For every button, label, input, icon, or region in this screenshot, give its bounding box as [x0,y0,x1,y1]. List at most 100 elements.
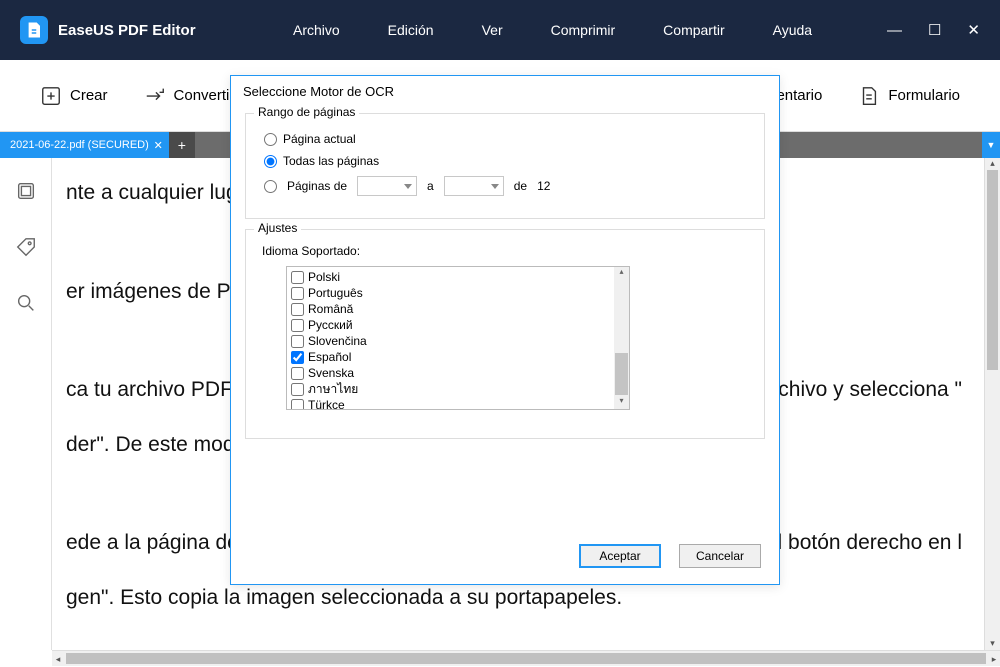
to-label: a [427,179,434,193]
language-checkbox[interactable] [291,319,304,332]
form-label: Formulario [888,87,960,104]
language-checkbox[interactable] [291,351,304,364]
language-name: Slovenčina [308,333,367,349]
language-checkbox[interactable] [291,399,304,411]
title-bar: EaseUS PDF Editor Archivo Edición Ver Co… [0,0,1000,60]
horizontal-scrollbar[interactable]: ◂ ▸ [52,650,1000,666]
text-line: gen". Esto copia la imagen seleccionada … [66,586,622,609]
vertical-scrollbar[interactable]: ▴ ▾ [984,158,1000,650]
page-to-combo[interactable] [444,176,504,196]
language-label: Idioma Soportado: [262,244,748,258]
close-icon[interactable]: ✕ [967,21,980,39]
language-item[interactable]: Polski [291,269,625,285]
app-title: EaseUS PDF Editor [58,22,196,39]
tag-icon[interactable] [15,236,37,258]
lang-scroll-thumb[interactable] [615,353,628,395]
convert-button[interactable]: Convertir [144,85,235,107]
total-pages: 12 [537,179,550,193]
thumbnails-icon[interactable] [15,180,37,202]
menu-share[interactable]: Compartir [663,22,724,38]
document-tab[interactable]: 2021-06-22.pdf (SECURED) ✕ [0,132,169,158]
language-item[interactable]: Svenska [291,365,625,381]
form-button[interactable]: Formulario [858,85,960,107]
scroll-up-icon[interactable]: ▴ [985,158,1000,170]
language-name: Português [308,285,363,301]
menu-view[interactable]: Ver [482,22,503,38]
language-name: Svenska [308,365,354,381]
convert-label: Convertir [174,87,235,104]
language-item[interactable]: Slovenčina [291,333,625,349]
plus-icon [40,85,62,107]
language-item[interactable]: Română [291,301,625,317]
text-line: n el botón derecho en l [748,516,962,571]
radio-all-pages[interactable]: Todas las páginas [264,154,746,168]
settings-legend: Ajustes [254,221,301,235]
scroll-thumb[interactable] [987,170,998,370]
form-icon [858,85,880,107]
of-label: de [514,179,527,193]
menu-bar: Archivo Edición Ver Comprimir Compartir … [233,22,812,38]
language-item[interactable]: Türkçe [291,397,625,410]
language-name: Română [308,301,353,317]
scroll-right-icon[interactable]: ▸ [988,651,1000,666]
menu-help[interactable]: Ayuda [773,22,812,38]
radio-current-input[interactable] [264,133,277,146]
create-label: Crear [70,87,108,104]
dialog-footer: Aceptar Cancelar [231,528,779,584]
menu-file[interactable]: Archivo [293,22,340,38]
convert-icon [144,85,166,107]
language-item[interactable]: Español [291,349,625,365]
language-scrollbar[interactable]: ▴ ▾ [614,267,629,409]
text-line: der". De este modo [66,433,246,456]
language-checkbox[interactable] [291,335,304,348]
create-button[interactable]: Crear [40,85,108,107]
search-icon[interactable] [15,292,37,314]
radio-range-label: Páginas de [287,179,347,193]
lang-scroll-down-icon[interactable]: ▾ [614,396,629,409]
ocr-engine-dialog: Seleccione Motor de OCR Rango de páginas… [230,75,780,585]
language-item[interactable]: Português [291,285,625,301]
maximize-icon[interactable]: ☐ [928,21,941,39]
app-logo: EaseUS PDF Editor [20,16,196,44]
radio-all-input[interactable] [264,155,277,168]
tab-close-icon[interactable]: ✕ [154,139,163,152]
page-from-combo[interactable] [357,176,417,196]
cancel-button[interactable]: Cancelar [679,544,761,568]
menu-edit[interactable]: Edición [388,22,434,38]
settings-group: Ajustes Idioma Soportado: PolskiPortuguê… [245,229,765,439]
scroll-left-icon[interactable]: ◂ [52,651,64,666]
add-tab-button[interactable]: + [169,132,195,158]
app-logo-icon [20,16,48,44]
menu-compress[interactable]: Comprimir [551,22,616,38]
text-line: ede a la página do [66,516,239,571]
radio-current-page[interactable]: Página actual [264,132,746,146]
tab-dropdown-icon[interactable]: ▼ [982,132,1000,158]
language-checkbox[interactable] [291,271,304,284]
language-checkbox[interactable] [291,303,304,316]
dialog-title: Seleccione Motor de OCR [231,76,779,107]
language-name: Türkçe [308,397,345,410]
text-line: er imágenes de PDI [66,280,252,303]
document-tab-label: 2021-06-22.pdf (SECURED) [10,139,149,151]
minimize-icon[interactable]: — [887,22,902,39]
language-name: Русский [308,317,353,333]
language-item[interactable]: Русский [291,317,625,333]
window-controls: — ☐ ✕ [887,21,980,39]
accept-button[interactable]: Aceptar [579,544,661,568]
language-listbox[interactable]: PolskiPortuguêsRomânăРусскийSlovenčinaEs… [286,266,630,410]
language-item[interactable]: ภาษาไทย [291,381,625,397]
page-range-legend: Rango de páginas [254,105,359,119]
lang-scroll-up-icon[interactable]: ▴ [614,267,629,280]
side-rail [0,158,52,650]
language-name: ภาษาไทย [308,381,358,397]
hscroll-thumb[interactable] [66,653,986,664]
radio-range-input[interactable] [264,180,277,193]
text-line: nte a cualquier luga [66,181,249,204]
language-name: Español [308,349,351,365]
language-checkbox[interactable] [291,287,304,300]
language-checkbox[interactable] [291,383,304,396]
radio-all-label: Todas las páginas [283,154,379,168]
scroll-down-icon[interactable]: ▾ [985,638,1000,650]
radio-current-label: Página actual [283,132,356,146]
language-checkbox[interactable] [291,367,304,380]
